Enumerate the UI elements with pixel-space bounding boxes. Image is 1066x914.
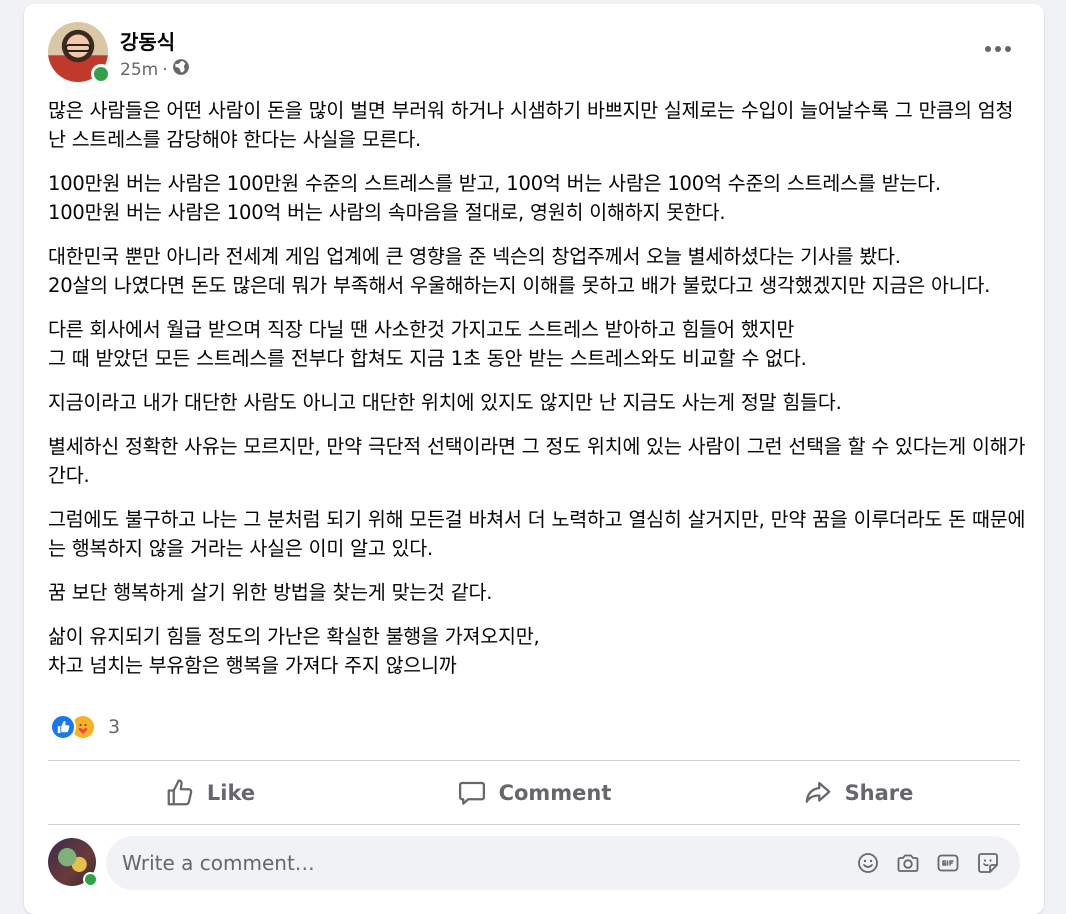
share-label: Share xyxy=(844,781,914,805)
globe-icon[interactable] xyxy=(172,58,190,81)
share-button[interactable]: Share xyxy=(696,762,1020,824)
post-card: 강동식 25m · 많은 사람들은 어떤 사람이 돈을 많이 벌면 부러워 하거… xyxy=(24,4,1044,914)
like-icon xyxy=(50,714,76,740)
post-paragraph: 지금이라고 내가 대단한 사람도 아니고 대단한 위치에 있지도 않지만 난 지… xyxy=(48,391,842,414)
post-meta: 25m · xyxy=(120,58,190,81)
thumbs-up-icon xyxy=(167,779,193,806)
reactions-summary[interactable]: 3 xyxy=(50,714,120,740)
gif-icon[interactable] xyxy=(934,849,962,877)
comment-label: Comment xyxy=(498,781,612,805)
post-paragraph: 그럼에도 불구하고 나는 그 분처럼 되기 위해 모든걸 바쳐서 더 노력하고 … xyxy=(48,508,1026,560)
post-paragraph: 100만원 버는 사람은 100만원 수준의 스트레스를 받고, 100억 버는… xyxy=(48,172,941,224)
sticker-icon[interactable] xyxy=(974,849,1002,877)
post-body: 많은 사람들은 어떤 사람이 돈을 많이 벌면 부러워 하거나 시샘하기 바쁘지… xyxy=(48,96,1028,695)
post-time[interactable]: 25m xyxy=(120,60,158,80)
post-paragraph: 꿈 보단 행복하게 살기 위한 방법을 찾는게 맞는것 같다. xyxy=(48,581,493,604)
post-paragraph: 별세하신 정확한 사유는 모르지만, 만약 극단적 선택이라면 그 정도 위치에… xyxy=(48,435,1026,487)
author-name[interactable]: 강동식 xyxy=(120,26,175,55)
comment-bubble-icon xyxy=(458,781,485,805)
divider-top xyxy=(48,760,1020,761)
emoji-icon[interactable] xyxy=(854,849,882,877)
comment-box xyxy=(106,835,1020,891)
meta-separator: · xyxy=(162,59,168,80)
online-status-dot xyxy=(91,64,111,84)
avatar-glasses xyxy=(65,44,91,52)
like-button[interactable]: Like xyxy=(48,762,372,824)
post-paragraph: 삶이 유지되기 힘들 정도의 가난은 확실한 불행을 가져오지만, 차고 넘치는… xyxy=(48,625,540,677)
post-paragraph: 많은 사람들은 어떤 사람이 돈을 많이 벌면 부러워 하거나 시샘하기 바쁘지… xyxy=(48,99,1014,151)
share-arrow-icon xyxy=(805,781,830,803)
comment-input[interactable] xyxy=(106,835,854,891)
reaction-count: 3 xyxy=(108,716,121,738)
comment-button[interactable]: Comment xyxy=(372,762,696,824)
camera-icon[interactable] xyxy=(894,849,922,877)
post-paragraph: 대한민국 뿐만 아니라 전세계 게임 업계에 큰 영향을 준 넥슨의 창업주께서… xyxy=(48,245,991,297)
divider-bottom xyxy=(48,824,1020,825)
comment-composer xyxy=(48,835,1020,891)
more-dots-icon xyxy=(985,46,1011,52)
like-label: Like xyxy=(206,781,256,805)
post-paragraph: 다른 회사에서 월급 받으며 직장 다닐 땐 사소한것 가지고도 스트레스 받아… xyxy=(48,318,807,370)
more-options-button[interactable] xyxy=(978,34,1018,64)
post-actions: Like Comment Share xyxy=(48,762,1020,824)
online-status-dot xyxy=(83,872,98,887)
